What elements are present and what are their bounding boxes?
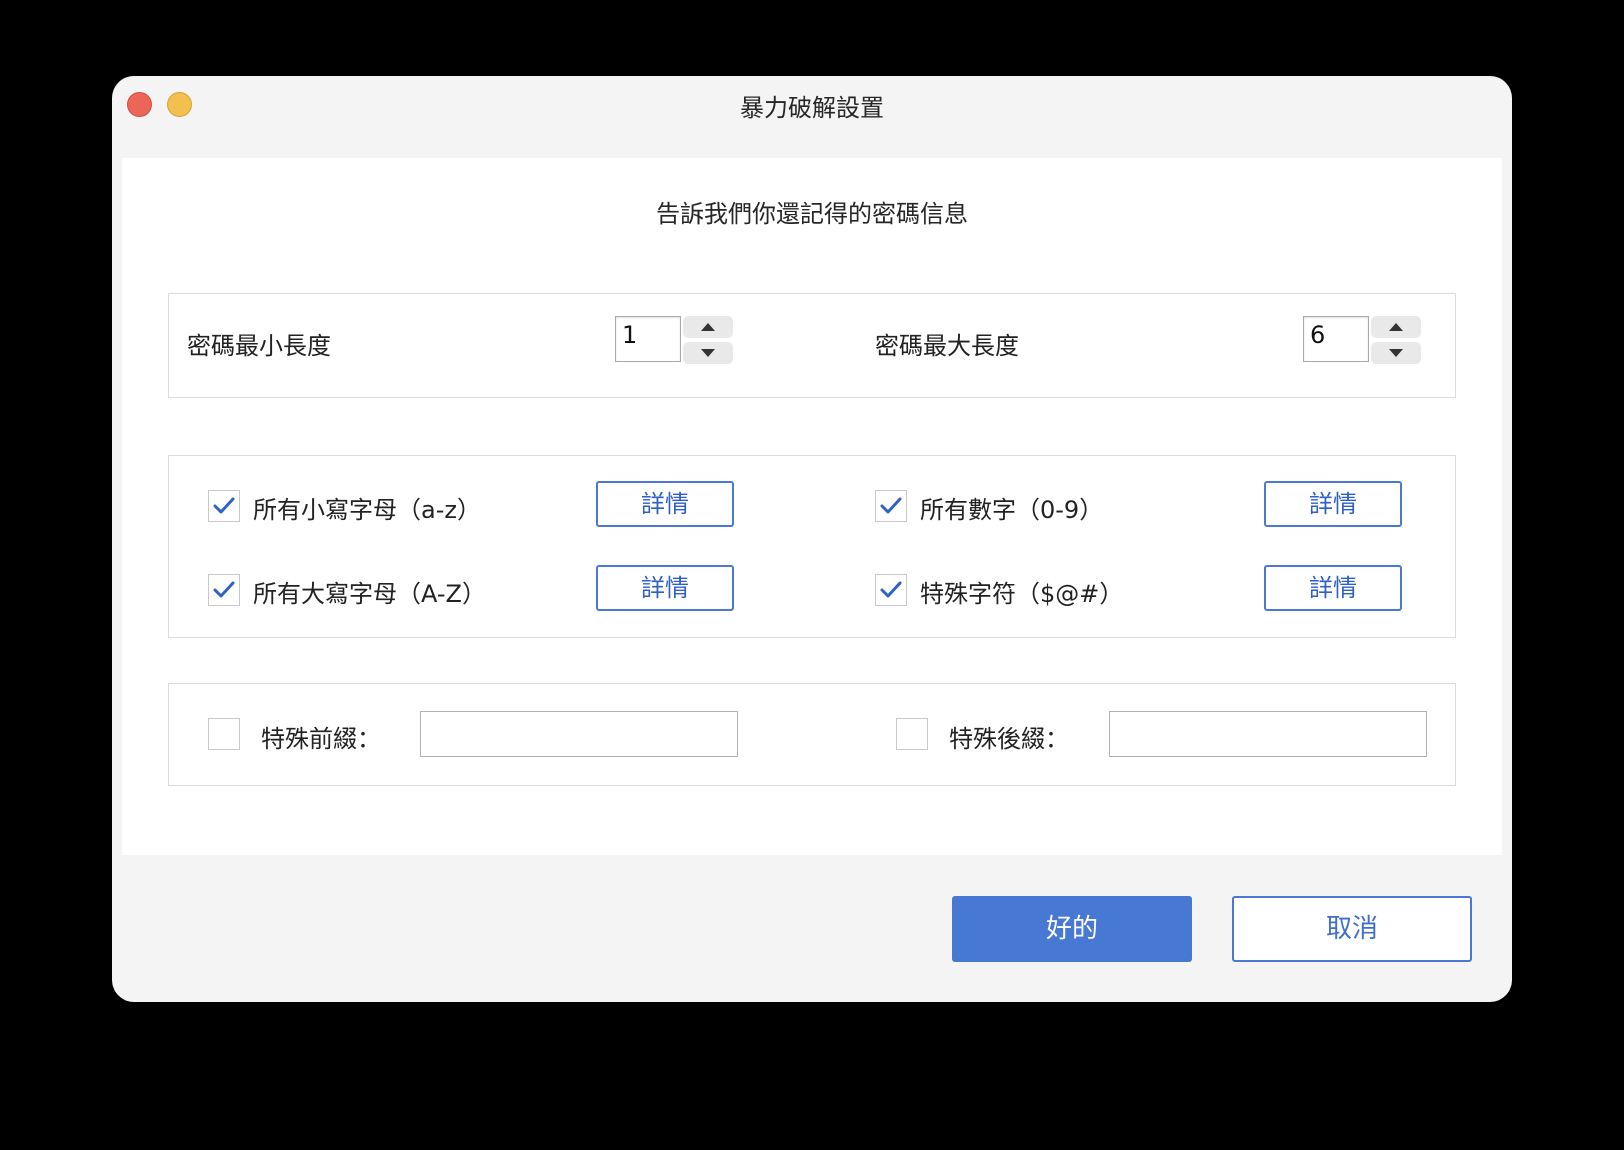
max-length-increment-button[interactable] — [1371, 316, 1421, 338]
prefix-input[interactable] — [420, 711, 738, 757]
checkmark-icon — [880, 581, 902, 598]
arrow-down-icon — [1389, 349, 1403, 357]
max-length-label: 密碼最大長度 — [875, 332, 1019, 360]
uppercase-checkbox[interactable] — [208, 574, 240, 606]
uppercase-detail-button[interactable]: 詳情 — [596, 565, 734, 611]
suffix-label: 特殊後綴： — [949, 725, 1069, 753]
lowercase-label: 所有小寫字母（a-z） — [253, 496, 481, 524]
checkmark-icon — [213, 581, 235, 598]
title-bar: 暴力破解設置 — [112, 76, 1512, 156]
affix-panel: 特殊前綴： 特殊後綴： — [168, 683, 1456, 786]
window-title: 暴力破解設置 — [740, 94, 884, 122]
max-length-input[interactable]: 6 — [1303, 316, 1369, 362]
min-length-stepper[interactable] — [683, 316, 733, 364]
checkmark-icon — [880, 497, 902, 514]
min-length-input[interactable]: 1 — [615, 316, 681, 362]
digits-label: 所有數字（0-9） — [920, 496, 1104, 524]
prefix-checkbox[interactable] — [208, 718, 240, 750]
checkmark-icon — [213, 497, 235, 514]
digits-detail-button[interactable]: 詳情 — [1264, 481, 1402, 527]
special-chars-label: 特殊字符（$@#） — [920, 580, 1124, 608]
lowercase-detail-button[interactable]: 詳情 — [596, 481, 734, 527]
arrow-up-icon — [701, 323, 715, 331]
password-length-panel: 密碼最小長度 1 密碼最大長度 6 — [168, 293, 1456, 398]
instructions-heading: 告訴我們你還記得的密碼信息 — [656, 200, 968, 228]
min-length-label: 密碼最小長度 — [187, 332, 331, 360]
min-length-decrement-button[interactable] — [683, 342, 733, 364]
min-length-increment-button[interactable] — [683, 316, 733, 338]
max-length-stepper[interactable] — [1371, 316, 1421, 364]
special-chars-detail-button[interactable]: 詳情 — [1264, 565, 1402, 611]
digits-checkbox[interactable] — [875, 490, 907, 522]
arrow-up-icon — [1389, 323, 1403, 331]
charset-panel: 所有小寫字母（a-z） 詳情 所有數字（0-9） 詳情 所有大寫字母（A-Z） … — [168, 455, 1456, 638]
max-length-decrement-button[interactable] — [1371, 342, 1421, 364]
brute-force-settings-window: 暴力破解設置 告訴我們你還記得的密碼信息 密碼最小長度 1 密碼最大長度 6 所… — [112, 76, 1512, 1002]
suffix-checkbox[interactable] — [896, 718, 928, 750]
cancel-button[interactable]: 取消 — [1232, 896, 1472, 962]
uppercase-label: 所有大寫字母（A-Z） — [253, 580, 486, 608]
suffix-input[interactable] — [1109, 711, 1427, 757]
special-chars-checkbox[interactable] — [875, 574, 907, 606]
prefix-label: 特殊前綴： — [261, 725, 381, 753]
lowercase-checkbox[interactable] — [208, 490, 240, 522]
arrow-down-icon — [701, 349, 715, 357]
ok-button[interactable]: 好的 — [952, 896, 1192, 962]
